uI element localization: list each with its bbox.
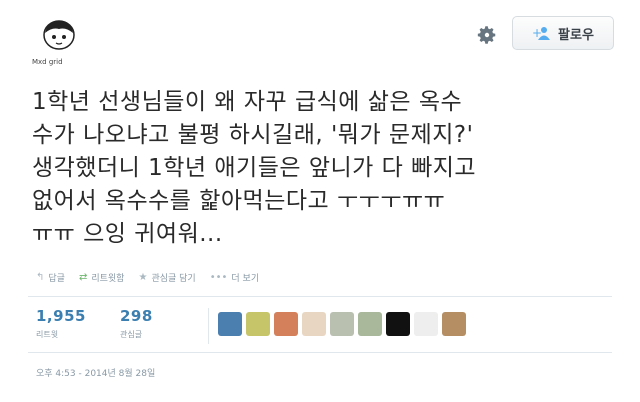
favoriter-avatar[interactable] [218, 312, 242, 336]
tweet-text: 1학년 선생님들이 왜 자꾸 급식에 삶은 옥수 수가 나오냐고 불평 하시길래… [32, 89, 477, 247]
add-user-icon: + [532, 26, 551, 40]
divider-top [28, 296, 612, 297]
reply-icon: ↰ [36, 272, 45, 283]
gear-icon[interactable] [476, 24, 498, 46]
tweet-actions: ↰ 답글 ⇄ 리트윗함 ★ 관심글 담기 ••• 더 보기 [36, 271, 259, 284]
more-icon: ••• [209, 272, 228, 283]
tweet-timestamp[interactable]: 오후 4:53 - 2014년 8월 28일 [36, 366, 155, 379]
favorite-button[interactable]: ★ 관심글 담기 [138, 271, 195, 284]
favoriter-avatar[interactable] [246, 312, 270, 336]
retweet-icon: ⇄ [78, 272, 88, 283]
favoriter-avatar[interactable] [414, 312, 438, 336]
follow-button[interactable]: + 팔로우 [512, 16, 614, 50]
favorite-label: 관심글 담기 [151, 274, 196, 284]
favoriter-avatar[interactable] [302, 312, 326, 336]
favoriter-avatar[interactable] [386, 312, 410, 336]
follow-label: 팔로우 [558, 27, 594, 43]
favoriter-avatar[interactable] [358, 312, 382, 336]
star-icon: ★ [138, 272, 148, 283]
retweet-count: 1,955 [36, 307, 86, 325]
reply-button[interactable]: ↰ 답글 [36, 271, 65, 284]
retweet-count-label: 리트윗 [36, 330, 59, 339]
favoriter-avatars [218, 312, 466, 336]
avatar-caption: Mxd grid [32, 58, 63, 66]
divider-bottom [28, 352, 612, 353]
favoriter-avatar[interactable] [330, 312, 354, 336]
retweet-button[interactable]: ⇄ 리트윗함 [79, 271, 125, 284]
favorite-count: 298 [120, 307, 153, 325]
retweet-stat[interactable]: 1,955 리트윗 [36, 307, 86, 340]
avatar-face-icon [43, 20, 75, 50]
stats-separator [208, 308, 209, 344]
more-button[interactable]: ••• 더 보기 [210, 271, 259, 284]
retweet-label: 리트윗함 [91, 274, 125, 284]
favorite-stat[interactable]: 298 관심글 [120, 307, 153, 340]
favoriter-avatar[interactable] [274, 312, 298, 336]
reply-label: 답글 [48, 274, 65, 284]
more-label: 더 보기 [231, 274, 260, 284]
avatar[interactable]: Mxd grid [26, 14, 96, 76]
favorite-count-label: 관심글 [120, 330, 143, 339]
favoriter-avatar[interactable] [442, 312, 466, 336]
